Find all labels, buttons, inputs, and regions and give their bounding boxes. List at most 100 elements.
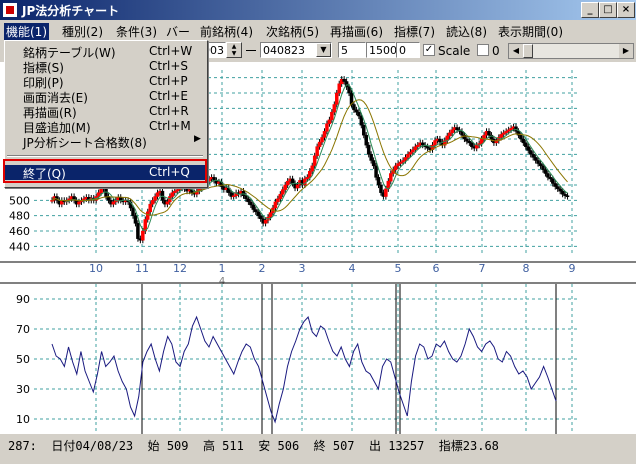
- candle-body: [384, 188, 388, 197]
- menu-display-period[interactable]: 表示期間(0): [498, 23, 563, 40]
- candle-body: [357, 111, 361, 117]
- menu-type[interactable]: 種別(2): [62, 23, 103, 40]
- candle-body: [369, 154, 373, 161]
- offset-field[interactable]: 0: [396, 42, 420, 58]
- range-dash: [246, 50, 256, 51]
- price-tick-label: 500: [9, 194, 30, 207]
- candle-body: [165, 201, 170, 205]
- close-button[interactable]: ×: [617, 2, 635, 18]
- status-bar: 287: 日付04/08/23 始 509 高 511 安 506 終 507 …: [0, 434, 636, 464]
- scale-checkbox[interactable]: ✓: [423, 44, 435, 56]
- candle-body: [393, 165, 398, 170]
- candle-body: [308, 170, 312, 178]
- candle-body: [251, 204, 256, 210]
- candle-body: [254, 209, 258, 213]
- candle-body: [153, 196, 157, 201]
- candle-body: [278, 193, 283, 200]
- menu-bar-type[interactable]: バー: [166, 23, 190, 40]
- candle-body: [524, 142, 528, 147]
- menu-item-add-scale[interactable]: 目盛追加(M) Ctrl+M: [5, 119, 205, 135]
- candle-body: [465, 138, 469, 142]
- candle-body: [337, 83, 341, 94]
- scroll-right-icon[interactable]: ▶: [619, 44, 633, 58]
- menu-load[interactable]: 読込(8): [446, 23, 487, 40]
- candle-body: [362, 124, 366, 136]
- menu-item-label: JP分析シート合格数(8): [23, 136, 147, 150]
- candle-body: [312, 155, 317, 167]
- month-label: 8: [523, 262, 530, 275]
- date-to-dropdown-icon[interactable]: ▼: [316, 43, 331, 57]
- candle-body: [533, 157, 538, 161]
- year-label: 4: [219, 276, 225, 287]
- candle-body: [487, 131, 491, 136]
- candle-body: [379, 184, 383, 193]
- period-scrollbar[interactable]: ◀ ▶: [508, 43, 634, 59]
- candle-body: [325, 123, 329, 132]
- candle-body: [136, 223, 140, 239]
- minimize-button[interactable]: _: [581, 2, 599, 18]
- candle-body: [111, 201, 116, 205]
- candle-body: [263, 220, 268, 224]
- menu-next-stock[interactable]: 次銘柄(5): [266, 23, 319, 40]
- menu-item-jp-sheet-pass-count[interactable]: JP分析シート合格数(8) ▶: [5, 134, 205, 150]
- candle-body: [327, 119, 332, 124]
- month-label: 3: [299, 262, 306, 275]
- menu-item-indicator[interactable]: 指標(S) Ctrl+S: [5, 59, 205, 75]
- candle-body: [433, 140, 437, 146]
- candle-body: [406, 154, 410, 158]
- candle-body: [295, 184, 300, 189]
- menu-item-print[interactable]: 印刷(P) Ctrl+P: [5, 74, 205, 90]
- zero-checkbox[interactable]: [477, 44, 489, 56]
- highlight-box: [3, 159, 207, 183]
- candle-body: [408, 151, 413, 155]
- candle-body: [526, 146, 531, 151]
- menu-item-redraw[interactable]: 再描画(R) Ctrl+R: [5, 104, 205, 120]
- candle-body: [256, 211, 260, 216]
- menu-item-shortcut: Ctrl+W: [149, 44, 193, 58]
- menu-prev-stock[interactable]: 前銘柄(4): [200, 23, 253, 40]
- candle-body: [455, 127, 459, 131]
- candle-body: [310, 165, 314, 172]
- candle-body: [371, 160, 376, 167]
- menu-condition[interactable]: 条件(3): [116, 23, 157, 40]
- menu-redraw[interactable]: 再描画(6): [330, 23, 383, 40]
- status-readout: 287: 日付04/08/23 始 509 高 511 安 506 終 507 …: [8, 439, 499, 453]
- days-field[interactable]: 5: [338, 42, 366, 58]
- candle-body: [118, 197, 123, 201]
- candle-body: [317, 141, 322, 147]
- candle-body: [499, 134, 504, 138]
- menu-item-shortcut: Ctrl+R: [149, 104, 189, 118]
- candle-body: [290, 178, 295, 184]
- candle-body: [335, 92, 339, 105]
- maximize-button[interactable]: □: [599, 2, 617, 18]
- price-tick-label: 440: [9, 240, 30, 253]
- month-label: 12: [173, 262, 187, 275]
- date-from-spinner[interactable]: ▲ ▼: [226, 42, 242, 58]
- candle-body: [546, 173, 550, 178]
- candle-body: [450, 129, 454, 134]
- scroll-thumb[interactable]: [523, 44, 533, 58]
- candle-body: [474, 144, 479, 149]
- candle-body: [366, 144, 371, 155]
- indicator-tick-label: 30: [16, 383, 30, 396]
- bars-field[interactable]: 1500: [366, 42, 397, 58]
- candle-body: [354, 109, 359, 113]
- candle-body: [332, 104, 337, 113]
- menu-item-clear-screen[interactable]: 画面消去(E) Ctrl+E: [5, 89, 205, 105]
- candle-body: [531, 154, 535, 158]
- menu-indicator[interactable]: 指標(7): [394, 23, 435, 40]
- candle-body: [207, 178, 211, 182]
- month-label: 5: [395, 262, 402, 275]
- menu-item-stock-table[interactable]: 銘柄テーブル(W) Ctrl+W: [5, 44, 205, 60]
- menu-functions[interactable]: 機能(1): [4, 23, 49, 40]
- candle-body: [374, 165, 378, 178]
- candle-body: [268, 212, 273, 218]
- candle-body: [536, 160, 540, 164]
- menu-item-shortcut: Ctrl+E: [149, 89, 188, 103]
- candle-body: [413, 146, 418, 150]
- candle-body: [155, 192, 160, 197]
- candle-body: [133, 215, 138, 224]
- indicator-tick-label: 50: [16, 353, 30, 366]
- app-icon: [3, 3, 17, 17]
- scroll-left-icon[interactable]: ◀: [509, 44, 523, 58]
